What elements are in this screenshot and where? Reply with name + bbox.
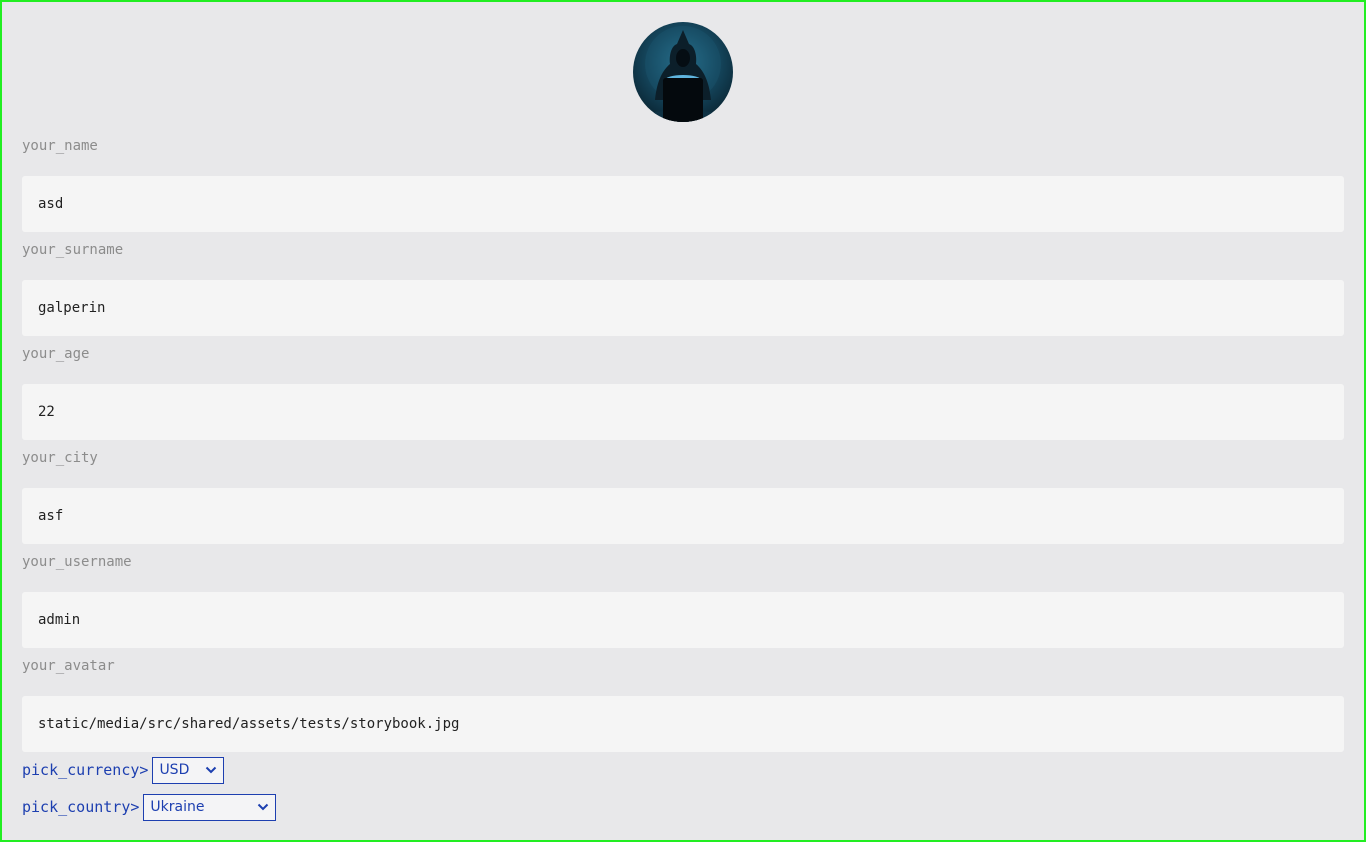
country-label: pick_country> (22, 798, 140, 816)
country-picker: pick_country> Ukraine (22, 793, 277, 821)
city-label: your_city (22, 450, 98, 466)
age-label: your_age (22, 346, 90, 362)
currency-selected-value: USD (159, 762, 190, 778)
city-input[interactable]: asf (22, 488, 1344, 544)
city-field: your_city asf (22, 448, 1344, 544)
surname-field: your_surname galperin (22, 240, 1344, 336)
country-selected-value: Ukraine (150, 799, 205, 815)
currency-label: pick_currency> (22, 761, 149, 779)
currency-select[interactable]: USD (152, 756, 225, 784)
chevron-down-icon (206, 766, 217, 774)
currency-picker: pick_currency> USD (22, 756, 225, 784)
username-field: your_username admin (22, 552, 1344, 648)
profile-form-frame: your_name asd your_surname galperin your… (0, 0, 1366, 842)
chevron-down-icon (258, 803, 269, 811)
name-input[interactable]: asd (22, 176, 1344, 232)
avatar-path-input[interactable]: static/media/src/shared/assets/tests/sto… (22, 696, 1344, 752)
country-select[interactable]: Ukraine (143, 793, 277, 821)
username-input[interactable]: admin (22, 592, 1344, 648)
surname-label: your_surname (22, 242, 124, 258)
name-field: your_name asd (22, 136, 1344, 232)
surname-input[interactable]: galperin (22, 280, 1344, 336)
hooded-hacker-icon (637, 26, 729, 122)
age-input[interactable]: 22 (22, 384, 1344, 440)
avatar-label: your_avatar (22, 658, 115, 674)
avatar (633, 22, 733, 122)
avatar-field: your_avatar static/media/src/shared/asse… (22, 656, 1344, 752)
name-label: your_name (22, 138, 98, 154)
username-label: your_username (22, 554, 132, 570)
age-field: your_age 22 (22, 344, 1344, 440)
